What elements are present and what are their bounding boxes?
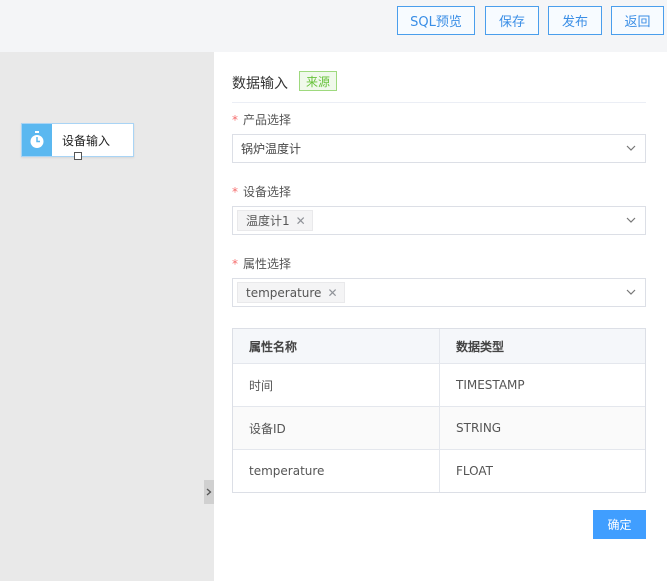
attribute-chip: temperature ✕: [237, 282, 345, 303]
product-select[interactable]: 锅炉温度计: [232, 134, 646, 163]
flow-canvas[interactable]: 设备输入: [0, 52, 214, 581]
save-button[interactable]: 保存: [485, 6, 539, 35]
sql-preview-button[interactable]: SQL预览: [397, 6, 475, 35]
device-chip: 温度计1 ✕: [237, 210, 313, 231]
node-label: 设备输入: [62, 133, 111, 148]
table-cell: FLOAT: [456, 464, 494, 478]
table-row: 设备ID STRING: [233, 406, 645, 449]
publish-button[interactable]: 发布: [548, 6, 602, 35]
device-select[interactable]: 温度计1 ✕: [232, 206, 646, 235]
table-cell: temperature: [233, 450, 440, 492]
divider: [232, 102, 646, 103]
back-button[interactable]: 返回: [611, 6, 664, 35]
table-header-row: 属性名称 数据类型: [233, 329, 645, 363]
table-row: 时间 TIMESTAMP: [233, 363, 645, 406]
node-output-port[interactable]: [74, 152, 82, 160]
chip-remove-icon[interactable]: ✕: [327, 286, 337, 300]
chevron-down-icon: [626, 217, 636, 223]
table-row: temperature FLOAT: [233, 449, 645, 492]
config-panel: 数据输入 来源 * 产品选择 锅炉温度计 * 设备选择 温度计1 ✕ * 属性选择 t…: [214, 52, 667, 581]
attribute-table: 属性名称 数据类型 时间 TIMESTAMP 设备ID STRING tempe…: [232, 328, 646, 493]
panel-title: 数据输入: [232, 76, 288, 92]
device-select-label: * 设备选择: [232, 185, 292, 199]
confirm-button[interactable]: 确定: [593, 510, 646, 539]
attribute-select[interactable]: temperature ✕: [232, 278, 646, 307]
column-header: 属性名称: [233, 329, 440, 363]
table-cell: TIMESTAMP: [456, 378, 525, 392]
product-select-label: * 产品选择: [232, 113, 292, 127]
column-header: 数据类型: [456, 339, 505, 354]
stopwatch-icon: [22, 124, 52, 156]
collapse-panel-handle[interactable]: [204, 480, 214, 504]
source-tag: 来源: [299, 71, 338, 91]
product-select-value: 锅炉温度计: [241, 142, 302, 156]
table-cell: 时间: [233, 364, 440, 406]
device-input-node[interactable]: 设备输入: [21, 123, 134, 160]
chevron-right-icon: [206, 488, 212, 496]
table-cell: STRING: [456, 421, 502, 435]
chevron-down-icon: [626, 145, 636, 151]
chip-remove-icon[interactable]: ✕: [296, 214, 306, 228]
top-toolbar: SQL预览 保存 发布 返回: [0, 0, 667, 52]
attribute-select-label: * 属性选择: [232, 257, 292, 271]
table-cell: 设备ID: [233, 407, 440, 449]
chevron-down-icon: [626, 289, 636, 295]
